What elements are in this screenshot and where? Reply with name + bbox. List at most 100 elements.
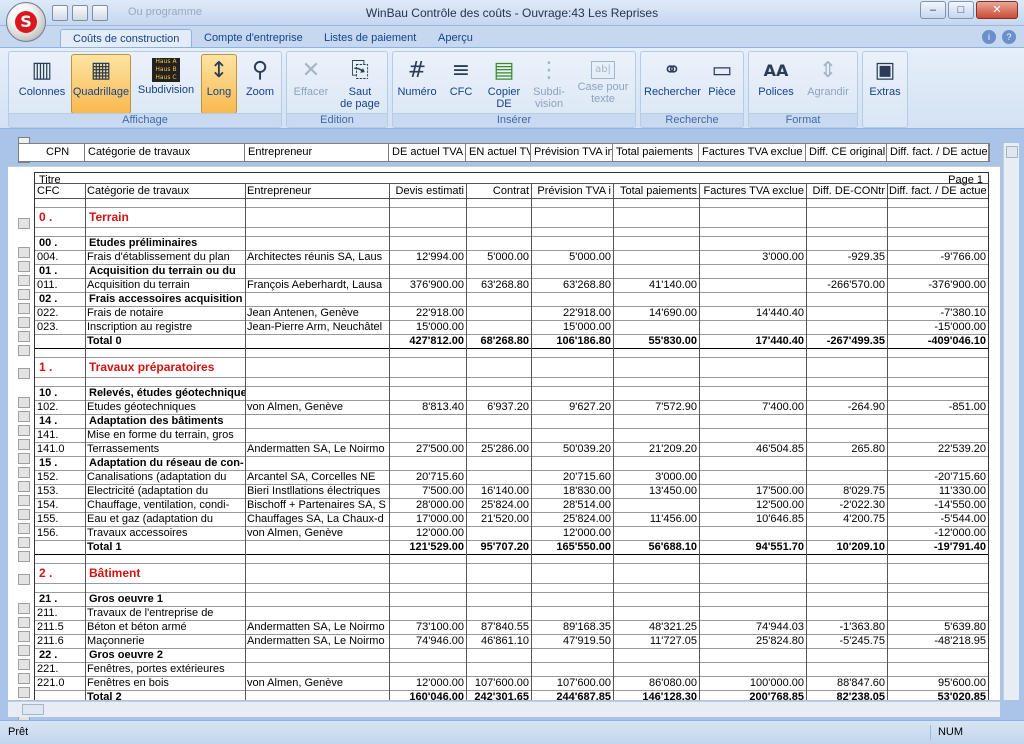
horizontal-scrollbar[interactable] (8, 701, 1000, 717)
cell-devis[interactable] (389, 662, 466, 676)
row-marker[interactable] (18, 317, 30, 328)
row-marker[interactable] (18, 659, 30, 670)
total-categorie[interactable]: Total 2 (85, 690, 245, 700)
cell-diff-de-contrat[interactable] (806, 470, 887, 484)
saut-de-page-button[interactable]: ⎘ Saut de page (335, 54, 385, 114)
copier-de-button[interactable]: ▤ Copier DE (483, 54, 525, 114)
cell-categorie[interactable]: Frais de notaire (85, 306, 245, 320)
cell-diff-fact[interactable]: 95'600.00 (887, 676, 988, 690)
cell-entrepreneur[interactable] (245, 662, 389, 676)
row-marker[interactable] (18, 439, 30, 450)
cell-devis[interactable]: 7'500.00 (389, 484, 466, 498)
row-marker[interactable] (18, 673, 30, 684)
subdivision-insert-button[interactable]: ⋮ Subdi- vision (527, 54, 571, 114)
cell-factures[interactable] (699, 662, 806, 676)
total-cfc[interactable] (35, 690, 85, 700)
group-title[interactable]: Gros oeuvre 2 (87, 648, 245, 662)
cell-factures[interactable] (699, 470, 806, 484)
cell-factures[interactable]: 3'000.00 (699, 250, 806, 264)
cell-total-paiements[interactable]: 3'000.00 (613, 470, 699, 484)
cell-cfc[interactable]: 155. (35, 512, 85, 526)
row-marker[interactable] (18, 247, 30, 258)
cell-contrat[interactable]: 46'861.10 (466, 634, 531, 648)
row-marker[interactable] (18, 495, 30, 506)
cell-categorie[interactable]: Fenêtres en bois (85, 676, 245, 690)
cell-entrepreneur[interactable]: Arcantel SA, Corcelles NE (245, 470, 389, 484)
header-entrepreneur[interactable]: Entrepreneur (245, 184, 389, 198)
close-button[interactable]: ✕ (976, 1, 1018, 19)
cell-total-paiements[interactable]: 11'727.05 (613, 634, 699, 648)
group-number[interactable]: 01 . (37, 264, 85, 278)
total-entrepreneur[interactable] (245, 334, 389, 348)
zoom-button[interactable]: ⚲ Zoom (241, 54, 279, 114)
total-cfc[interactable] (35, 540, 85, 554)
total-factures[interactable]: 94'551.70 (699, 540, 806, 554)
subdivision-button[interactable]: Haus A Haus B Haus C Subdivision (133, 54, 199, 114)
total-prevision[interactable]: 165'550.00 (531, 540, 613, 554)
cell-total-paiements[interactable]: 48'321.25 (613, 620, 699, 634)
frozen-header-factures[interactable]: Factures TVA exclue (699, 144, 806, 161)
cell-categorie[interactable]: Fenêtres, portes extérieures (85, 662, 245, 676)
cell-diff-de-contrat[interactable]: -5'245.75 (806, 634, 887, 648)
cell-diff-de-contrat[interactable] (806, 428, 887, 442)
cell-diff-de-contrat[interactable]: -2'022.30 (806, 498, 887, 512)
cell-categorie[interactable]: Etudes géotechniques (85, 400, 245, 414)
row-marker[interactable] (18, 551, 30, 562)
cell-devis[interactable]: 17'000.00 (389, 512, 466, 526)
maximize-button[interactable]: □ (948, 1, 974, 19)
cell-prevision[interactable]: 28'514.00 (531, 498, 613, 512)
frozen-header-devis[interactable]: DE actuel TVA i (389, 144, 466, 161)
cell-contrat[interactable]: 87'840.55 (466, 620, 531, 634)
rechercher-button[interactable]: ⚭ Rechercher (643, 54, 701, 114)
header-diff-fact[interactable]: Diff. fact. / DE actue (887, 184, 988, 198)
row-marker[interactable] (18, 574, 30, 585)
section-number[interactable]: 0 . (37, 210, 85, 224)
group-number[interactable]: 21 . (37, 592, 85, 606)
total-total-paiements[interactable]: 146'128.30 (613, 690, 699, 700)
cell-categorie[interactable]: Mise en forme du terrain, gros (85, 428, 245, 442)
cell-cfc[interactable]: 102. (35, 400, 85, 414)
cell-prevision[interactable]: 107'600.00 (531, 676, 613, 690)
cell-diff-fact[interactable]: -5'544.00 (887, 512, 988, 526)
cell-cfc[interactable]: 152. (35, 470, 85, 484)
header-diff-de-contrat[interactable]: Diff. DE-CONtr (806, 184, 887, 198)
total-diff-de-contrat[interactable]: 10'209.10 (806, 540, 887, 554)
cell-diff-de-contrat[interactable]: 4'200.75 (806, 512, 887, 526)
cell-factures[interactable]: 14'440.40 (699, 306, 806, 320)
cell-total-paiements[interactable] (613, 662, 699, 676)
extras-button[interactable]: ▣ Extras (865, 54, 905, 114)
cell-devis[interactable]: 74'946.00 (389, 634, 466, 648)
group-number[interactable]: 22 . (37, 648, 85, 662)
total-factures[interactable]: 200'768.85 (699, 690, 806, 700)
row-marker[interactable] (18, 617, 30, 628)
cell-entrepreneur[interactable]: Bischoff + Partenaires SA, S (245, 498, 389, 512)
cell-entrepreneur[interactable]: von Almen, Genève (245, 676, 389, 690)
cell-diff-de-contrat[interactable]: -264.90 (806, 400, 887, 414)
row-marker[interactable] (18, 368, 30, 379)
cell-diff-de-contrat[interactable]: -929.35 (806, 250, 887, 264)
cell-diff-fact[interactable] (887, 428, 988, 442)
row-marker[interactable] (18, 603, 30, 614)
cell-devis[interactable]: 376'900.00 (389, 278, 466, 292)
total-diff-de-contrat[interactable]: 82'238.05 (806, 690, 887, 700)
cell-categorie[interactable]: Eau et gaz (adaptation du (85, 512, 245, 526)
cell-diff-de-contrat[interactable] (806, 662, 887, 676)
cell-categorie[interactable]: Frais d'établissement du plan (85, 250, 245, 264)
header-factures[interactable]: Factures TVA exclue (699, 184, 806, 198)
cell-total-paiements[interactable]: 7'572.90 (613, 400, 699, 414)
cell-contrat[interactable]: 107'600.00 (466, 676, 531, 690)
cell-diff-fact[interactable]: -376'900.00 (887, 278, 988, 292)
total-diff-fact[interactable]: -409'046.10 (887, 334, 988, 348)
group-title[interactable]: Etudes préliminaires (87, 236, 245, 250)
cell-entrepreneur[interactable]: von Almen, Genève (245, 400, 389, 414)
cfc-button[interactable]: ≡ CFC (441, 54, 481, 114)
cell-devis[interactable]: 12'000.00 (389, 676, 466, 690)
tab-compte-entreprise[interactable]: Compte d'entreprise (192, 29, 315, 48)
row-marker[interactable] (18, 289, 30, 300)
long-button[interactable]: ↕ Long (201, 54, 237, 114)
row-marker[interactable] (18, 631, 30, 642)
cell-prevision[interactable]: 89'168.35 (531, 620, 613, 634)
cell-categorie[interactable]: Inscription au registre (85, 320, 245, 334)
numero-button[interactable]: # Numéro (395, 54, 439, 114)
frozen-header-total-paiements[interactable]: Total paiements (613, 144, 699, 161)
